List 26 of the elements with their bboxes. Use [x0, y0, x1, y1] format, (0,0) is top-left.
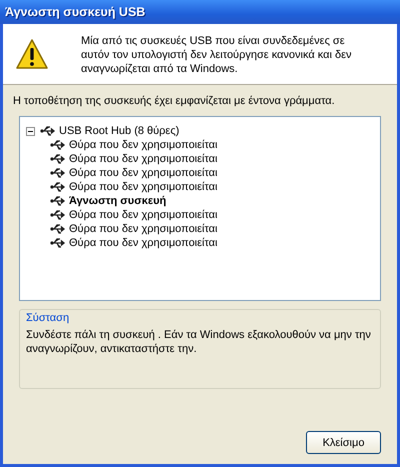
usb-icon	[50, 153, 66, 165]
tree-item[interactable]: Θύρα που δεν χρησιμοποιείται	[69, 237, 218, 249]
instruction-text: Η τοποθέτηση της συσκευής έχει εμφανίζεται με έντονα γράμματα.	[13, 95, 336, 107]
tree-item[interactable]: Θύρα που δεν χρησιμοποιείται	[69, 139, 218, 151]
group-title: Σύσταση	[26, 312, 70, 324]
tree-item[interactable]: Άγνωστη συσκευή	[69, 195, 166, 207]
collapse-icon[interactable]	[26, 126, 35, 136]
recommendation-text: Συνδέστε πάλι τη συσκευή . Εάν τα Windows εξακολουθούν να μην την αναγνωρίζουν, αντικαταστήστε την.	[26, 328, 372, 356]
usb-icon	[50, 223, 66, 235]
window-title: Άγνωστη συσκευή USB	[5, 5, 146, 19]
tree-item[interactable]: Θύρα που δεν χρησιμοποιείται	[69, 167, 218, 179]
usb-icon	[50, 195, 66, 207]
warning-message: Μία από τις συσκευές USB που είναι συνδεδεμένες σε αυτόν τον υπολογιστή δεν λειτούργησε κανονικά και δεν αναγνωρίζεται από τα Windows.	[80, 34, 353, 76]
tree-item[interactable]: Θύρα που δεν χρησιμοποιείται	[69, 223, 218, 235]
usb-icon	[50, 139, 66, 151]
usb-icon	[50, 237, 66, 249]
tree-item[interactable]: Θύρα που δεν χρησιμοποιείται	[69, 153, 218, 165]
usb-icon	[50, 209, 66, 221]
tree-item[interactable]: Θύρα που δεν χρησιμοποιείται	[69, 181, 218, 193]
tree-item[interactable]: USB Root Hub (8 θύρες)	[59, 125, 180, 137]
usb-icon	[40, 125, 56, 137]
close-button[interactable]: Κλείσιμο	[306, 431, 381, 454]
tree-item[interactable]: Θύρα που δεν χρησιμοποιείται	[69, 209, 218, 221]
usb-icon	[50, 181, 66, 193]
warning-icon	[15, 38, 49, 70]
usb-icon	[50, 167, 66, 179]
